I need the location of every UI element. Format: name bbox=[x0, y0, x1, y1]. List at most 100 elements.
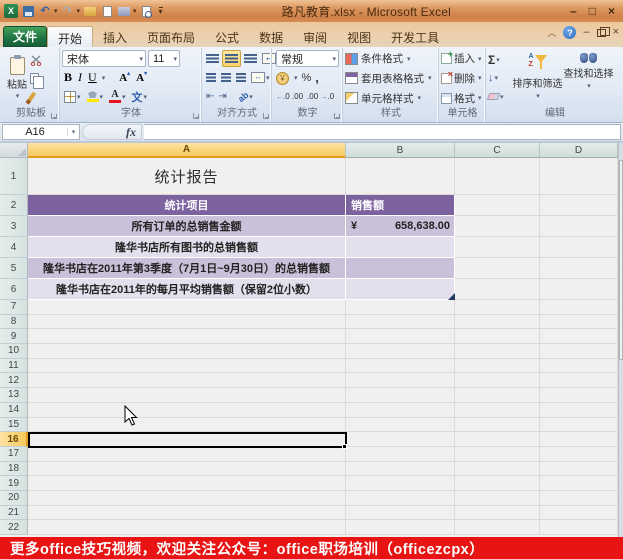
tab-审阅[interactable]: 审阅 bbox=[293, 26, 337, 47]
percent-format-button[interactable]: % bbox=[302, 72, 312, 84]
paste-dropdown-icon[interactable]: ▾ bbox=[16, 92, 20, 100]
row-header-4[interactable]: 4 bbox=[0, 237, 28, 258]
cell-C2[interactable] bbox=[455, 195, 540, 216]
row-header-15[interactable]: 15 bbox=[0, 418, 28, 433]
cell-C12[interactable] bbox=[455, 373, 540, 388]
comma-format-button[interactable]: , bbox=[315, 70, 319, 85]
column-header-A[interactable]: A bbox=[28, 143, 346, 158]
cell-C15[interactable] bbox=[455, 418, 540, 433]
cell-C20[interactable] bbox=[455, 491, 540, 506]
cell-B2[interactable]: 销售额 bbox=[346, 195, 455, 216]
font-dialog-launcher-icon[interactable] bbox=[193, 113, 199, 119]
redo-button[interactable]: ↷ bbox=[61, 4, 75, 18]
align-right-button[interactable] bbox=[234, 69, 248, 86]
cell-D2[interactable] bbox=[540, 195, 618, 216]
italic-button[interactable]: I bbox=[76, 69, 84, 86]
row-header-17[interactable]: 17 bbox=[0, 447, 28, 462]
cell-C17[interactable] bbox=[455, 447, 540, 462]
cell-D3[interactable] bbox=[540, 216, 618, 237]
merge-center-button[interactable]: ↔▾ bbox=[249, 69, 272, 86]
align-left-button[interactable] bbox=[204, 69, 218, 86]
clear-button[interactable]: ▾ bbox=[488, 89, 512, 105]
cell-A16[interactable] bbox=[28, 432, 346, 447]
cell-B18[interactable] bbox=[346, 462, 455, 477]
table-resize-handle-icon[interactable] bbox=[448, 293, 455, 300]
cell-A3[interactable]: 所有订单的总销售金额 bbox=[28, 216, 346, 237]
insert-function-button[interactable]: fx bbox=[82, 124, 142, 140]
help-icon[interactable]: ? bbox=[563, 26, 576, 39]
print-preview-button[interactable] bbox=[140, 4, 154, 18]
cell-C9[interactable] bbox=[455, 329, 540, 344]
row-header-19[interactable]: 19 bbox=[0, 476, 28, 491]
cell-D7[interactable] bbox=[540, 300, 618, 315]
cell-D19[interactable] bbox=[540, 476, 618, 491]
cell-C10[interactable] bbox=[455, 344, 540, 359]
save-button[interactable] bbox=[21, 4, 35, 18]
print-button[interactable] bbox=[117, 4, 131, 18]
row-header-16[interactable]: 16 bbox=[0, 432, 28, 447]
cell-C14[interactable] bbox=[455, 403, 540, 418]
undo-button[interactable]: ↶ bbox=[38, 4, 52, 18]
fill-handle[interactable] bbox=[342, 444, 347, 449]
align-bottom-button[interactable] bbox=[242, 50, 259, 67]
currency-dropdown-icon[interactable]: ▾ bbox=[294, 74, 298, 82]
cell-A4[interactable]: 隆华书店所有图书的总销售额 bbox=[28, 237, 346, 258]
bold-button[interactable]: B bbox=[62, 69, 74, 86]
collapse-ribbon-icon[interactable]: ︿ bbox=[547, 26, 556, 39]
cell-D22[interactable] bbox=[540, 520, 618, 535]
format-cells-button[interactable]: 格式▾ bbox=[441, 89, 484, 107]
fill-button[interactable]: ↓▾ bbox=[488, 70, 512, 86]
cell-C6[interactable] bbox=[455, 279, 540, 300]
cell-D14[interactable] bbox=[540, 403, 618, 418]
increase-indent-button[interactable]: ⇥ bbox=[216, 88, 227, 105]
cell-A7[interactable] bbox=[28, 300, 346, 315]
row-header-9[interactable]: 9 bbox=[0, 329, 28, 344]
cell-B20[interactable] bbox=[346, 491, 455, 506]
cell-B15[interactable] bbox=[346, 418, 455, 433]
font-size-select[interactable]: 11▾ bbox=[148, 50, 180, 67]
tab-公式[interactable]: 公式 bbox=[205, 26, 249, 47]
cell-D10[interactable] bbox=[540, 344, 618, 359]
cell-C1[interactable] bbox=[455, 158, 540, 195]
cell-B9[interactable] bbox=[346, 329, 455, 344]
cell-B17[interactable] bbox=[346, 447, 455, 462]
orientation-button[interactable]: ab▾ bbox=[236, 88, 255, 105]
tab-file[interactable]: 文件 bbox=[3, 26, 47, 47]
row-header-13[interactable]: 13 bbox=[0, 388, 28, 403]
name-box[interactable]: A16 ▾ bbox=[2, 124, 80, 140]
cell-D11[interactable] bbox=[540, 359, 618, 374]
column-header-C[interactable]: C bbox=[455, 143, 540, 158]
cell-A8[interactable] bbox=[28, 315, 346, 330]
tab-开发工具[interactable]: 开发工具 bbox=[381, 26, 449, 47]
cell-A2[interactable]: 统计项目 bbox=[28, 195, 346, 216]
tab-数据[interactable]: 数据 bbox=[249, 26, 293, 47]
cell-A9[interactable] bbox=[28, 329, 346, 344]
vertical-scrollbar[interactable] bbox=[618, 143, 623, 537]
row-header-22[interactable]: 22 bbox=[0, 520, 28, 535]
cell-C5[interactable] bbox=[455, 258, 540, 279]
cell-C3[interactable] bbox=[455, 216, 540, 237]
align-center-button[interactable] bbox=[219, 69, 233, 86]
excel-logo-icon[interactable]: X bbox=[4, 4, 18, 18]
cell-B21[interactable] bbox=[346, 506, 455, 521]
row-header-20[interactable]: 20 bbox=[0, 491, 28, 506]
row-header-8[interactable]: 8 bbox=[0, 315, 28, 330]
cell-D17[interactable] bbox=[540, 447, 618, 462]
cut-button[interactable] bbox=[30, 52, 44, 68]
number-format-select[interactable]: 常规▾ bbox=[276, 50, 339, 67]
fill-color-button[interactable]: ▾ bbox=[85, 88, 106, 105]
cell-A6[interactable]: 隆华书店在2011年的每月平均销售额（保留2位小数） bbox=[28, 279, 346, 300]
delete-cells-button[interactable]: 删除▾ bbox=[441, 69, 484, 87]
cell-A18[interactable] bbox=[28, 462, 346, 477]
clipboard-dialog-launcher-icon[interactable] bbox=[51, 113, 57, 119]
formula-input[interactable] bbox=[144, 124, 621, 140]
font-name-select[interactable]: 宋体▾ bbox=[62, 50, 146, 67]
grow-font-button[interactable]: A bbox=[117, 69, 132, 86]
cell-D15[interactable] bbox=[540, 418, 618, 433]
row-header-2[interactable]: 2 bbox=[0, 195, 28, 216]
insert-cells-button[interactable]: 插入▾ bbox=[441, 50, 484, 68]
align-middle-button[interactable] bbox=[222, 50, 241, 67]
cell-D9[interactable] bbox=[540, 329, 618, 344]
cell-D20[interactable] bbox=[540, 491, 618, 506]
cell-A13[interactable] bbox=[28, 388, 346, 403]
